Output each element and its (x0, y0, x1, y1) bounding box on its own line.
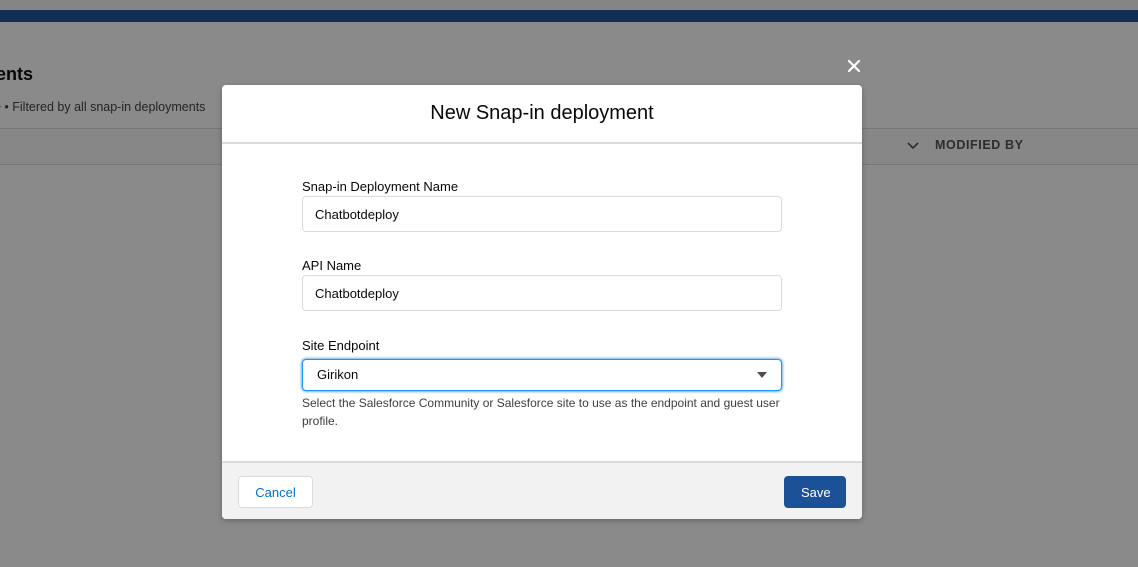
deployment-name-label: Snap-in Deployment Name (302, 179, 459, 194)
cancel-button[interactable]: Cancel (238, 476, 313, 508)
deployment-name-input[interactable] (302, 196, 782, 232)
modal-title: New Snap-in deployment (430, 102, 654, 124)
modal-footer: Cancel Save (222, 461, 862, 519)
app-page: ments e • Filtered by all snap-in deploy… (0, 0, 1138, 567)
save-button[interactable]: Save (784, 476, 846, 508)
site-endpoint-selected-value: Girikon (317, 367, 359, 382)
site-endpoint-label: Site Endpoint (302, 338, 380, 353)
new-deployment-modal: New Snap-in deployment Snap-in Deploymen… (222, 85, 862, 519)
api-name-label: API Name (302, 258, 362, 273)
chevron-down-icon (757, 372, 767, 378)
modal-header: New Snap-in deployment (222, 85, 862, 144)
site-endpoint-select[interactable]: Girikon (302, 359, 782, 391)
api-name-input[interactable] (302, 275, 782, 311)
close-icon[interactable] (843, 55, 865, 77)
site-endpoint-help-text: Select the Salesforce Community or Sales… (302, 396, 780, 428)
modal-body: Snap-in Deployment Name API Name Site En… (222, 144, 862, 461)
